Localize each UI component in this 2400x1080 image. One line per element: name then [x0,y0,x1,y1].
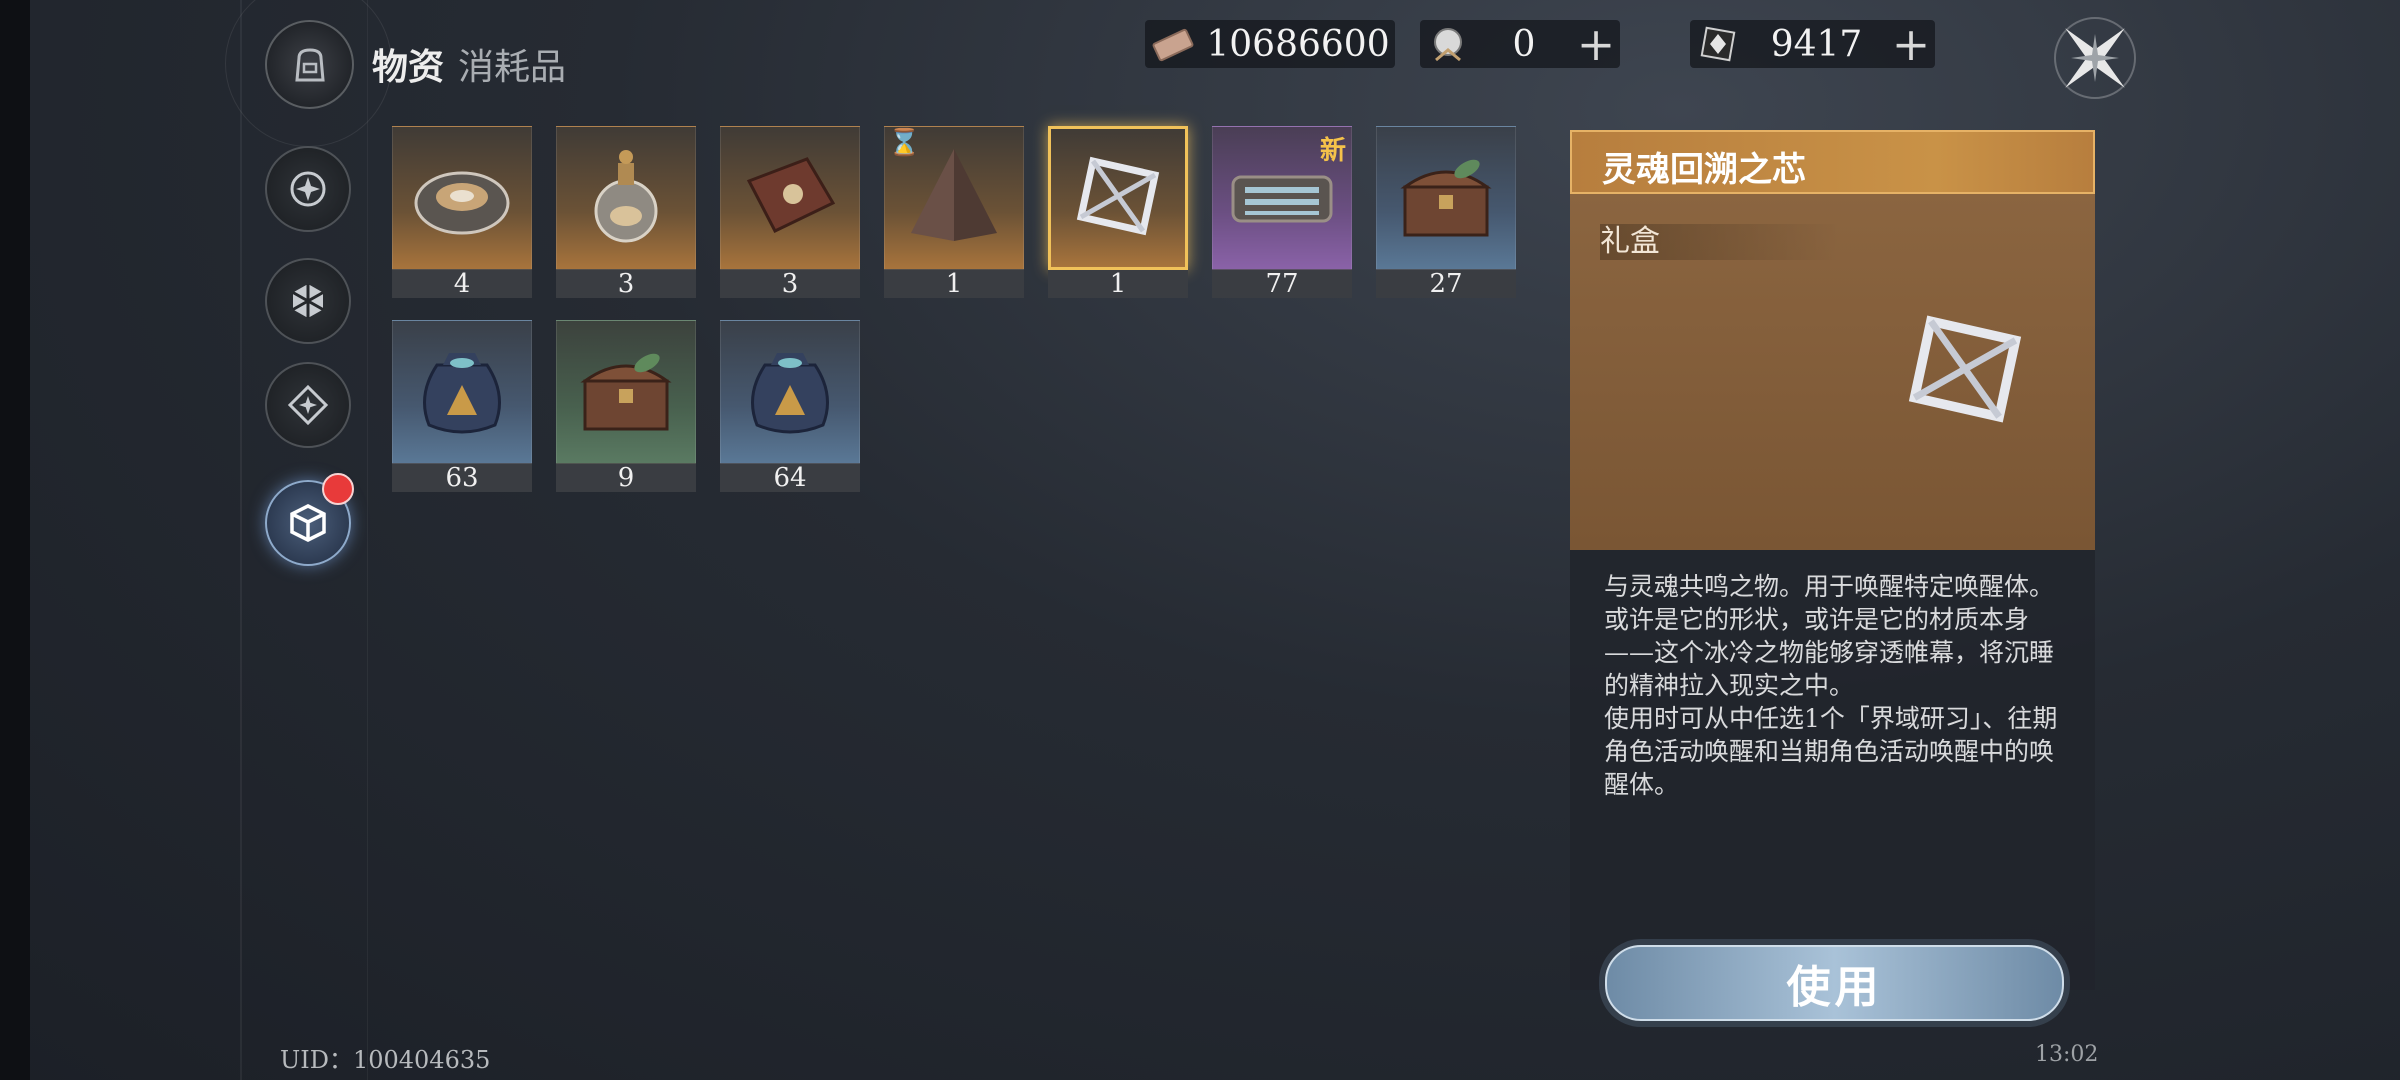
treasure-chest-icon [580,353,672,431]
octahedron-frame-icon [1076,156,1160,236]
notification-dot [322,473,354,505]
item-slot[interactable]: 新 77 [1212,126,1352,298]
currency-orb-add-button[interactable]: + [1572,20,1620,68]
dish-icon [414,171,510,235]
item-detail-panel: 灵魂回溯之芯 礼盒 与灵魂共鸣之物。用于唤醒特定唤醒体。 或许是它的形状，或许是… [1570,130,2095,990]
item-count: 64 [720,464,860,492]
item-slot[interactable]: 27 [1376,126,1516,298]
detail-art: 礼盒 [1570,194,2095,550]
left-edge-shade [0,0,30,1080]
item-count: 63 [392,464,532,492]
nav-rail-divider [240,0,242,1080]
compass-star-icon[interactable] [2045,8,2145,108]
item-count: 3 [556,270,696,298]
potion-flask-icon [594,150,658,243]
currency-orb: 0 + [1420,20,1620,68]
diamond-icon [287,384,329,426]
page-title: 物资 [372,46,445,88]
currency-crystal-value: 9417 [1770,23,1863,65]
item-count: 1 [884,270,1024,298]
item-slot[interactable]: 9 [556,320,696,492]
book-icon [746,157,836,233]
item-count: 9 [556,464,696,492]
item-slot[interactable]: 4 [392,126,532,298]
new-badge: 新 [1319,136,1346,166]
currency-crystal: 9417 + [1690,20,1935,68]
detail-title: 灵魂回溯之芯 [1602,150,1806,190]
item-count: 77 [1212,270,1352,298]
backpack-emblem-icon [265,20,354,109]
item-count: 1 [1048,270,1188,298]
pouch-icon [423,353,501,434]
compass-emblem-icon [290,171,326,207]
use-button[interactable]: 使用 [1605,945,2064,1021]
item-slot[interactable]: 64 [720,320,860,492]
item-count: 4 [392,270,532,298]
octahedron-frame-icon [1908,315,2022,423]
hexagon-icon [292,284,324,318]
item-slot[interactable]: 3 [720,126,860,298]
pouch-icon [751,353,829,434]
cube-icon [290,504,326,542]
currency-crystal-add-button[interactable]: + [1887,20,1935,68]
treasure-chest-icon [1400,159,1492,237]
item-slot[interactable]: 3 [556,126,696,298]
currency-orb-value: 0 [1512,23,1536,65]
hourglass-icon: ⌛ [888,128,921,158]
currency-ticket-value: 10686600 [1206,23,1390,65]
item-count: 27 [1376,270,1516,298]
detail-header: 灵魂回溯之芯 [1570,130,2095,194]
currency-ticket: 10686600 [1145,20,1395,68]
nav-diamond-button[interactable] [265,362,351,448]
orb-icon [1420,16,1476,72]
item-count: 3 [720,270,860,298]
page-subtitle: 消耗品 [458,47,567,88]
nav-compass-button[interactable] [265,146,351,232]
user-id: UID：100404635 [280,1046,491,1074]
item-slot-selected[interactable]: 1 [1048,126,1188,298]
nav-rail-divider-2 [367,0,368,1080]
crystal-icon [1690,16,1746,72]
clock: 13:02 [2035,1042,2099,1067]
ticket-icon [1145,16,1201,72]
nav-hexagon-button[interactable] [265,258,351,344]
item-slot[interactable]: ⌛ 1 [884,126,1024,298]
detail-type: 礼盒 [1600,224,1840,260]
detail-description: 与灵魂共鸣之物。用于唤醒特定唤醒体。 或许是它的形状，或许是它的材质本身——这个… [1604,572,2058,799]
use-button-label: 使用 [1786,962,1883,1013]
item-slot[interactable]: 63 [392,320,532,492]
